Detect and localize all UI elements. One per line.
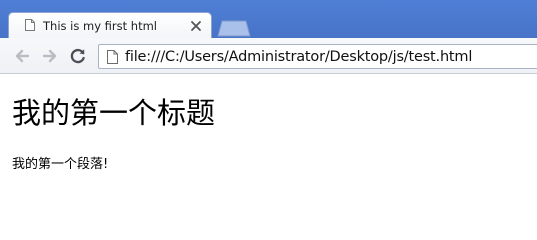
back-arrow-icon[interactable]	[13, 47, 31, 65]
page-icon	[25, 19, 35, 31]
address-text[interactable]: file:///C:/Users/Administrator/Desktop/j…	[125, 48, 472, 66]
toolbar: file:///C:/Users/Administrator/Desktop/j…	[0, 38, 537, 74]
address-bar[interactable]: file:///C:/Users/Administrator/Desktop/j…	[98, 44, 537, 69]
new-tab-icon[interactable]	[216, 19, 252, 37]
page-paragraph: 我的第一个段落!	[12, 157, 109, 172]
tab-title: This is my first html	[43, 19, 157, 33]
tab-active[interactable]: This is my first html	[8, 12, 212, 38]
tab-strip: This is my first html	[0, 0, 537, 38]
reload-icon[interactable]	[69, 47, 87, 65]
browser-window: This is my first html file:///C:/Users/A…	[0, 0, 537, 207]
page-content: 我的第一个标题 我的第一个段落!	[0, 75, 537, 207]
page-icon	[107, 50, 118, 64]
close-icon[interactable]	[190, 20, 202, 32]
page-heading: 我的第一个标题	[12, 96, 216, 130]
forward-arrow-icon[interactable]	[41, 47, 59, 65]
